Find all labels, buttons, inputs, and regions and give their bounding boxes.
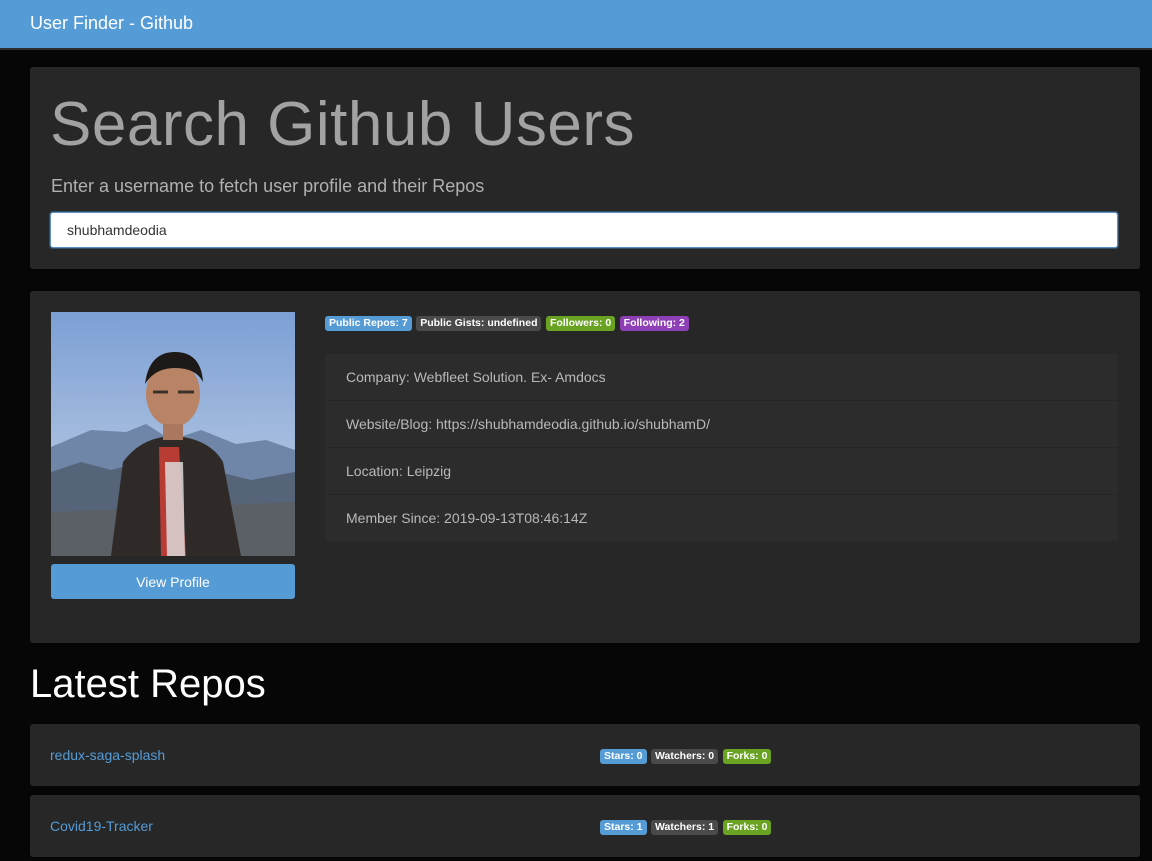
public-repos-badge: Public Repos: 7 xyxy=(325,316,412,331)
search-subtitle: Enter a username to fetch user profile a… xyxy=(51,176,485,196)
repo-forks-badge: Forks: 0 xyxy=(722,820,772,835)
followers-badge: Followers: 0 xyxy=(545,316,616,331)
navbar-brand[interactable]: User Finder - Github xyxy=(30,12,193,34)
website-item: Website/Blog: https://shubhamdeodia.gith… xyxy=(325,401,1118,448)
following-badge: Following: 2 xyxy=(619,316,689,331)
repo-watchers-badge: Watchers: 1 xyxy=(650,820,719,835)
member-since-item: Member Since: 2019-09-13T08:46:14Z xyxy=(346,510,588,526)
repo-badges: Stars: 0 Watchers: 0 Forks: 0 xyxy=(600,749,772,767)
navbar: User Finder - Github xyxy=(0,0,1152,50)
repo-stars-badge: Stars: 1 xyxy=(600,820,647,835)
repo-card: redux-saga-splash Stars: 0 Watchers: 0 F… xyxy=(30,724,1140,786)
avatar xyxy=(51,312,295,556)
profile-panel: View Profile Public Repos: 7 Public Gist… xyxy=(30,291,1140,643)
repo-forks-badge: Forks: 0 xyxy=(722,749,772,764)
repo-badges: Stars: 1 Watchers: 1 Forks: 0 xyxy=(600,820,772,838)
search-panel: Search Github Users Enter a username to … xyxy=(30,67,1140,269)
view-profile-button[interactable]: View Profile xyxy=(51,564,295,599)
repo-link[interactable]: Covid19-Tracker xyxy=(50,818,153,834)
repo-card: Covid19-Tracker Stars: 1 Watchers: 1 For… xyxy=(30,795,1140,857)
avatar-photo xyxy=(51,312,295,556)
profile-info-list: Company: Webfleet Solution. Ex- Amdocs W… xyxy=(325,354,1118,541)
profile-badges: Public Repos: 7 Public Gists: undefined … xyxy=(325,316,689,331)
repo-link[interactable]: redux-saga-splash xyxy=(50,747,165,763)
repo-watchers-badge: Watchers: 0 xyxy=(650,749,719,764)
location-item: Location: Leipzig xyxy=(325,448,1118,495)
public-gists-badge: Public Gists: undefined xyxy=(416,316,542,331)
company-item: Company: Webfleet Solution. Ex- Amdocs xyxy=(325,354,1118,401)
search-input[interactable] xyxy=(50,212,1118,248)
page-title: Search Github Users xyxy=(50,90,635,159)
latest-repos-title: Latest Repos xyxy=(30,662,266,706)
repo-stars-badge: Stars: 0 xyxy=(600,749,647,764)
